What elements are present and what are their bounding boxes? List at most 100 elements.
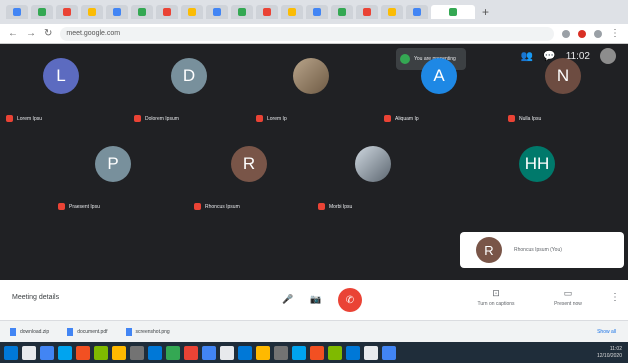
- taskbar-app-icon[interactable]: [94, 345, 108, 360]
- hang-up-button[interactable]: ✆: [338, 288, 362, 312]
- taskbar-app-icon[interactable]: [40, 345, 54, 360]
- mic-muted-icon: [318, 203, 325, 210]
- taskbar-app-icon[interactable]: [4, 345, 18, 360]
- download-item[interactable]: screenshot.png: [125, 327, 170, 336]
- taskbar-app-icon[interactable]: [256, 345, 270, 360]
- mic-muted-icon: [508, 115, 515, 122]
- participant-tile[interactable]: L Lorem Ipsu: [6, 52, 116, 128]
- download-item[interactable]: download.zip: [10, 327, 50, 336]
- taskbar-app-icon[interactable]: [310, 345, 324, 360]
- browser-tab[interactable]: [131, 5, 153, 19]
- avatar: [355, 146, 391, 182]
- browser-tab[interactable]: [6, 5, 28, 19]
- browser-tab[interactable]: [56, 5, 78, 19]
- taskbar-app-icon[interactable]: [58, 345, 72, 360]
- camera-icon[interactable]: 📷: [310, 294, 321, 305]
- mic-icon[interactable]: 🎤: [282, 294, 293, 305]
- taskbar-app-icon[interactable]: [292, 345, 306, 360]
- browser-tab[interactable]: [256, 5, 278, 19]
- browser-tab[interactable]: [331, 5, 353, 19]
- participant-tile[interactable]: R Rhoncus Ipsum: [194, 140, 304, 216]
- show-all-downloads-link[interactable]: Show all: [597, 329, 616, 335]
- participant-tile[interactable]: HH: [482, 140, 592, 216]
- participant-tile[interactable]: P Praesent Ipsu: [58, 140, 168, 216]
- taskbar-app-icon[interactable]: [112, 345, 126, 360]
- taskbar-app-icon[interactable]: [22, 345, 36, 360]
- captions-button[interactable]: ⊡ Turn on captions: [476, 288, 516, 307]
- browser-tab[interactable]: [431, 5, 475, 19]
- taskbar-app-icon[interactable]: [346, 345, 360, 360]
- favicon-icon: [238, 8, 246, 16]
- participant-tile[interactable]: Morbi Ipsu: [318, 140, 428, 216]
- favicon-icon: [88, 8, 96, 16]
- browser-tab[interactable]: [356, 5, 378, 19]
- mic-muted-icon: [256, 115, 263, 122]
- participant-tile[interactable]: A Aliquam Ip: [384, 52, 494, 128]
- favicon-icon: [13, 8, 21, 16]
- new-tab-button[interactable]: +: [482, 5, 489, 19]
- favicon-icon: [388, 8, 396, 16]
- profile-icon[interactable]: [594, 29, 602, 38]
- favicon-icon: [188, 8, 196, 16]
- favicon-icon: [413, 8, 421, 16]
- present-now-button[interactable]: ▭ Present now: [548, 288, 588, 307]
- browser-tab[interactable]: [31, 5, 53, 19]
- favicon-icon: [288, 8, 296, 16]
- system-tray-clock[interactable]: 11:02 12/10/2020: [597, 346, 622, 360]
- download-item[interactable]: document.pdf: [67, 327, 108, 336]
- taskbar-app-icon[interactable]: [184, 345, 198, 360]
- browser-tab[interactable]: [181, 5, 203, 19]
- participant-tile[interactable]: N Nulla Ipsu: [508, 52, 618, 128]
- taskbar-app-icon[interactable]: [148, 345, 162, 360]
- download-filename: download.zip: [20, 328, 50, 335]
- favicon-icon: [313, 8, 321, 16]
- browser-tab[interactable]: [106, 5, 128, 19]
- taskbar-app-icon[interactable]: [382, 345, 396, 360]
- meeting-details-button[interactable]: Meeting details: [12, 294, 59, 301]
- browser-tab[interactable]: [406, 5, 428, 19]
- taskbar-app-icon[interactable]: [130, 345, 144, 360]
- avatar: P: [95, 146, 131, 182]
- avatar: L: [43, 58, 79, 94]
- browser-tab[interactable]: [231, 5, 253, 19]
- taskbar: 11:02 12/10/2020: [0, 342, 628, 363]
- mic-muted-icon: [6, 115, 13, 122]
- browser-tab[interactable]: [81, 5, 103, 19]
- meeting-stage: You are presenting 👥 💬 11:02 LLorem Ipsu…: [6, 44, 624, 280]
- participant-name: Lorem Ipsu: [17, 115, 43, 122]
- taskbar-app-icon[interactable]: [166, 345, 180, 360]
- taskbar-app-icon[interactable]: [220, 345, 234, 360]
- taskbar-app-icon[interactable]: [76, 345, 90, 360]
- taskbar-app-icon[interactable]: [364, 345, 378, 360]
- reload-icon[interactable]: ↻: [44, 28, 52, 39]
- taskbar-app-icon[interactable]: [238, 345, 252, 360]
- participant-name: Rhoncus Ipsum: [205, 203, 240, 210]
- tray-date: 12/10/2020: [596, 352, 622, 359]
- back-icon[interactable]: ←: [8, 28, 18, 39]
- participant-tile[interactable]: Lorem Ip: [256, 52, 366, 128]
- browser-tab[interactable]: [206, 5, 228, 19]
- favicon-icon: [263, 8, 271, 16]
- favicon-icon: [138, 8, 146, 16]
- menu-icon[interactable]: ⋮: [610, 28, 620, 39]
- participant-name-tag: Lorem Ip: [256, 115, 287, 122]
- taskbar-app-icon[interactable]: [202, 345, 216, 360]
- extension-icon[interactable]: [562, 29, 570, 38]
- taskbar-app-icon[interactable]: [274, 345, 288, 360]
- captions-label: Turn on captions: [477, 301, 515, 307]
- browser-tab[interactable]: [281, 5, 303, 19]
- tray-time: 11:02: [609, 345, 622, 352]
- forward-icon[interactable]: →: [26, 28, 36, 39]
- download-filename: document.pdf: [77, 328, 108, 335]
- favicon-icon: [213, 8, 221, 16]
- participant-tile[interactable]: D Dolorem Ipsum: [134, 52, 244, 128]
- more-options-icon[interactable]: ⋮: [610, 292, 620, 303]
- browser-tab[interactable]: [306, 5, 328, 19]
- taskbar-app-icon[interactable]: [328, 345, 342, 360]
- participant-name-tag: Morbi Ipsu: [318, 203, 352, 210]
- browser-tab[interactable]: [156, 5, 178, 19]
- browser-tab[interactable]: [381, 5, 403, 19]
- extension-icon[interactable]: [578, 29, 586, 38]
- url-input[interactable]: meet.google.com: [60, 26, 554, 41]
- participant-name-tag: Aliquam Ip: [384, 115, 419, 122]
